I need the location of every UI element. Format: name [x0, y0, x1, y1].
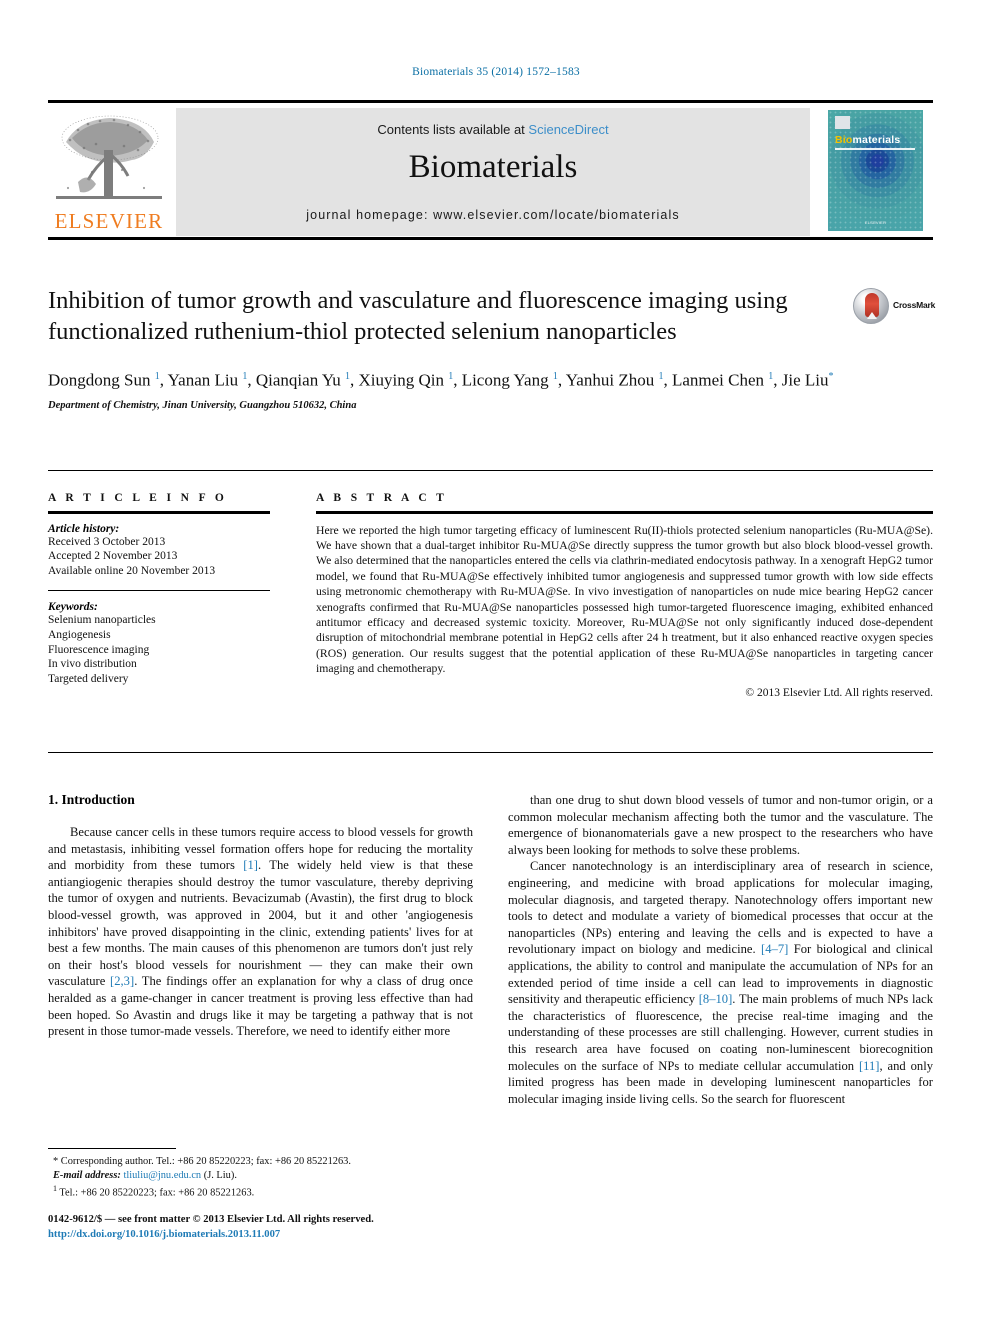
- section-heading-introduction: 1. Introduction: [48, 792, 135, 807]
- abstract-column: A B S T R A C T Here we reported the hig…: [316, 492, 933, 699]
- cover-elsevier-mark-icon: [835, 116, 850, 129]
- abstract-copyright: © 2013 Elsevier Ltd. All rights reserved…: [745, 686, 933, 699]
- colophon: 0142-9612/$ — see front matter © 2013 El…: [48, 1213, 508, 1242]
- keyword-item: In vivo distribution: [48, 658, 137, 671]
- contents-prefix: Contents lists available at: [377, 122, 529, 137]
- keyword-item: Angiogenesis: [48, 629, 111, 642]
- keyword-item: Fluorescence imaging: [48, 643, 150, 656]
- abstract-text: Here we reported the high tumor targetin…: [316, 523, 933, 676]
- elsevier-logo: ELSEVIER: [48, 108, 170, 236]
- crossmark-label: CrossMark: [893, 300, 936, 310]
- article-history-item: Received 3 October 2013: [48, 535, 166, 548]
- crossmark-badge[interactable]: CrossMark: [853, 288, 936, 324]
- journal-title: Biomaterials: [408, 149, 578, 185]
- journal-cover-thumbnail: Biomaterials ELSEVIER: [818, 104, 933, 237]
- article-info-heading-rule: [48, 511, 270, 514]
- cover-artwork: Biomaterials ELSEVIER: [828, 110, 923, 231]
- crossmark-icon: [853, 288, 889, 324]
- page-title: Inhibition of tumor growth and vasculatu…: [48, 287, 788, 345]
- paper-page: Biomaterials 35 (2014) 1572–1583 ELSEVIE…: [0, 0, 992, 1323]
- masthead-center-band: Contents lists available at ScienceDirec…: [176, 108, 810, 236]
- keyword-item: Targeted delivery: [48, 672, 129, 685]
- article-info-heading: A R T I C L E I N F O: [48, 492, 228, 504]
- elsevier-wordmark: ELSEVIER: [54, 209, 164, 233]
- affiliation: Department of Chemistry, Jinan Universit…: [48, 399, 357, 411]
- cover-title-materials: materials: [852, 134, 901, 146]
- footnote-corresponding-author: * Corresponding author. Tel.: +86 20 852…: [53, 1156, 351, 1167]
- article-info-column: A R T I C L E I N F O Article history: R…: [48, 492, 270, 686]
- article-history-item: Available online 20 November 2013: [48, 564, 216, 577]
- masthead-top-rule: [48, 100, 933, 103]
- info-section-top-rule: [48, 470, 933, 471]
- footnote-divider: [48, 1148, 176, 1149]
- cover-title-rule: [835, 148, 915, 150]
- author-list: Dongdong Sun 1, Yanan Liu 1, Qianqian Yu…: [48, 370, 834, 390]
- elsevier-tree-icon: [56, 115, 162, 199]
- keywords-label: Keywords:: [48, 601, 98, 614]
- cover-footer-text: ELSEVIER: [864, 220, 887, 225]
- footnote-telephone: 1 Tel.: +86 20 85220223; fax: +86 20 852…: [53, 1184, 255, 1199]
- info-section-bottom-rule: [48, 752, 933, 753]
- cover-title-bio: Bio: [835, 134, 853, 146]
- keywords-block: Keywords: Selenium nanoparticles Angioge…: [48, 601, 270, 686]
- keywords-divider: [48, 590, 270, 592]
- journal-masthead: ELSEVIER Contents lists available at Sci…: [48, 100, 933, 240]
- abstract-heading: A B S T R A C T: [316, 492, 448, 504]
- running-head: Biomaterials 35 (2014) 1572–1583: [412, 66, 580, 78]
- abstract-heading-rule: [316, 511, 933, 514]
- cover-journal-title: Biomaterials: [835, 134, 900, 146]
- keyword-item: Selenium nanoparticles: [48, 614, 156, 627]
- doi-link[interactable]: http://dx.doi.org/10.1016/j.biomaterials…: [48, 1228, 508, 1243]
- paragraph: Cancer nanotechnology is an interdiscipl…: [508, 859, 933, 1106]
- paragraph: than one drug to shut down blood vessels…: [508, 793, 933, 857]
- title-block: Inhibition of tumor growth and vasculatu…: [48, 285, 936, 411]
- footnotes: * Corresponding author. Tel.: +86 20 852…: [48, 1148, 473, 1200]
- paragraph: Because cancer cells in these tumors req…: [48, 825, 473, 1039]
- contents-available-line: Contents lists available at ScienceDirec…: [176, 108, 810, 137]
- body-column-right: than one drug to shut down blood vessels…: [508, 792, 933, 1107]
- crossmark-arrow-icon: [867, 312, 877, 319]
- body-column-left: 1. Introduction Because cancer cells in …: [48, 792, 473, 1040]
- article-history-label: Article history:: [48, 522, 120, 535]
- article-history-item: Accepted 2 November 2013: [48, 550, 178, 563]
- masthead-bottom-rule: [48, 237, 933, 240]
- colophon-copyright: 0142-9612/$ — see front matter © 2013 El…: [48, 1214, 374, 1225]
- footnote-email[interactable]: E-mail address: tliuliu@jnu.edu.cn (J. L…: [48, 1169, 473, 1183]
- journal-homepage-link[interactable]: journal homepage: www.elsevier.com/locat…: [176, 208, 810, 222]
- sciencedirect-link[interactable]: ScienceDirect: [528, 122, 608, 137]
